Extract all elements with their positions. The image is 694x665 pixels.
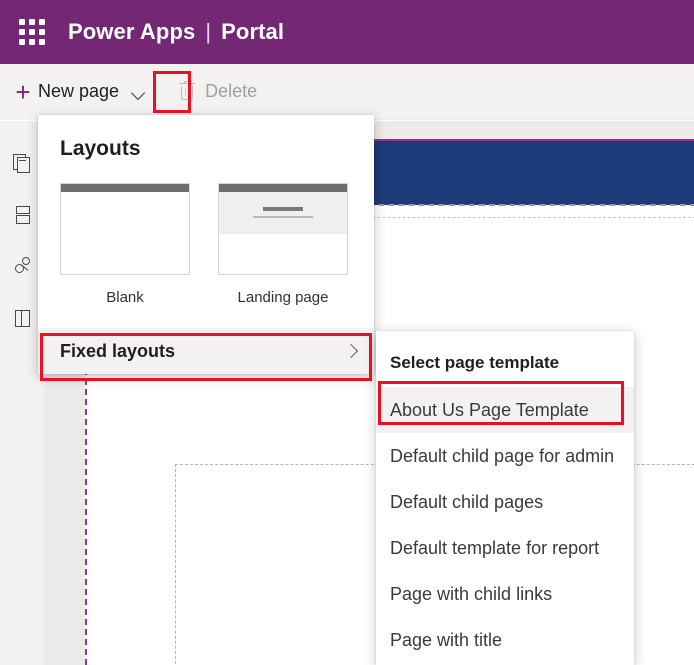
blank-thumbnail-caption: Blank xyxy=(106,289,144,306)
command-bar: + New page Delete xyxy=(0,63,694,120)
brand-context: Portal xyxy=(221,19,285,44)
top-app-bar: Power Apps | Portal xyxy=(0,0,694,64)
delete-label: Delete xyxy=(205,81,258,101)
waffle-dot xyxy=(19,29,25,35)
layout-option-landing-page[interactable]: Landing page xyxy=(218,183,348,306)
layout-option-blank[interactable]: Blank xyxy=(60,183,190,306)
fixed-layouts-label: Fixed layouts xyxy=(60,340,176,361)
components-icon xyxy=(13,205,33,225)
template-item-page-with-child-links[interactable]: Page with child links xyxy=(376,571,634,617)
waffle-dot xyxy=(39,29,45,35)
layout-thumbnail-list: Blank Landing page xyxy=(38,161,374,312)
brush-theme-icon xyxy=(13,257,33,277)
layouts-flyout-panel: Layouts Blank Landing page Fixed layouts xyxy=(38,115,374,374)
select-page-template-submenu: Select page template About Us Page Templ… xyxy=(376,331,634,665)
layout-columns-icon xyxy=(13,309,33,329)
power-apps-portal-studio: Power Apps | Portal + New page Delete La… xyxy=(0,0,694,665)
pages-icon xyxy=(12,153,33,173)
new-page-button[interactable]: + New page xyxy=(0,63,122,120)
template-item-default-child-pages[interactable]: Default child pages xyxy=(376,479,634,525)
brand-separator: | xyxy=(205,19,212,44)
chevron-down-icon xyxy=(131,88,145,96)
brand-name: Power Apps xyxy=(68,19,196,44)
new-page-label: New page xyxy=(38,81,120,101)
landing-page-thumbnail-icon xyxy=(218,183,348,275)
trash-icon xyxy=(177,80,197,103)
waffle-dot xyxy=(39,39,45,45)
plus-icon: + xyxy=(15,76,31,107)
chevron-right-icon xyxy=(346,346,356,356)
brand-title: Power Apps | Portal xyxy=(68,19,284,45)
waffle-dot xyxy=(19,39,25,45)
delete-button[interactable]: Delete xyxy=(175,80,258,103)
waffle-dot xyxy=(39,19,45,25)
waffle-grid-icon[interactable] xyxy=(10,10,54,54)
waffle-dot xyxy=(29,29,35,35)
template-item-page-with-title[interactable]: Page with title xyxy=(376,617,634,663)
landing-thumbnail-caption: Landing page xyxy=(237,289,329,306)
fixed-layouts-menu-item[interactable]: Fixed layouts xyxy=(38,328,374,374)
template-item-default-template-report[interactable]: Default template for report xyxy=(376,525,634,571)
waffle-dot xyxy=(29,19,35,25)
template-item-default-child-page-admin[interactable]: Default child page for admin xyxy=(376,433,634,479)
waffle-dot xyxy=(19,19,25,25)
template-item-about-us[interactable]: About Us Page Template xyxy=(376,387,634,433)
layouts-panel-title: Layouts xyxy=(60,137,141,160)
submenu-title: Select page template xyxy=(390,353,560,372)
waffle-dot xyxy=(29,39,35,45)
blank-thumbnail-icon xyxy=(60,183,190,275)
new-page-caret-button[interactable] xyxy=(121,64,155,120)
